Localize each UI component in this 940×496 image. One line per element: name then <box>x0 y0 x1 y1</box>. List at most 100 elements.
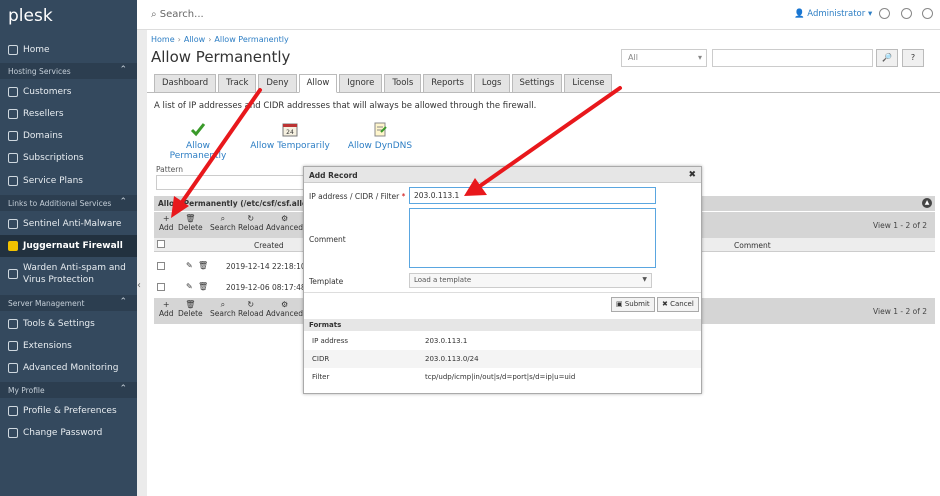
page-title: Allow Permanently <box>151 48 291 66</box>
tab-reports[interactable]: Reports <box>423 74 472 93</box>
filter-search-button[interactable]: 🔎 <box>876 49 898 67</box>
question-icon[interactable] <box>922 8 933 19</box>
tab-logs[interactable]: Logs <box>473 74 510 93</box>
close-icon[interactable]: ✖ <box>688 170 696 180</box>
sidebar-item-sentinel[interactable]: Sentinel Anti-Malware <box>0 213 137 235</box>
list-icon <box>8 176 18 186</box>
reload-button[interactable]: ↻ Reload <box>238 300 264 318</box>
percent-icon <box>8 109 18 119</box>
advanced-button[interactable]: ⚙ Advanced <box>266 214 303 232</box>
allow-temporarily-action[interactable]: 24 Allow Temporarily <box>250 121 330 151</box>
sidebar-item-warden[interactable]: Warden Anti-spam and Virus Protection <box>0 261 137 287</box>
tab-license[interactable]: License <box>564 74 613 93</box>
global-search[interactable]: ⌕ Search... <box>151 9 204 20</box>
select-all-checkbox[interactable] <box>157 240 165 248</box>
svg-text:24: 24 <box>286 129 294 136</box>
allow-permanently-action[interactable]: Allow Permanently <box>159 121 237 161</box>
col-comment[interactable]: Comment <box>734 241 771 250</box>
edit-icon[interactable]: ✎ <box>186 282 193 291</box>
breadcrumb-allow-permanently[interactable]: Allow Permanently <box>214 35 288 44</box>
filter-select[interactable]: All ▾ <box>621 49 707 67</box>
search-button[interactable]: ⌕ Search <box>210 214 236 232</box>
view-count: View 1 - 2 of 2 <box>873 307 927 316</box>
plesk-logo[interactable]: plesk <box>8 6 53 26</box>
format-row: IP address 203.0.113.1 <box>312 337 468 345</box>
tab-tools[interactable]: Tools <box>384 74 422 93</box>
comment-textarea[interactable] <box>409 208 656 268</box>
submit-button[interactable]: ▣ Submit <box>611 297 655 312</box>
radiation-icon <box>8 241 18 251</box>
add-button[interactable]: + Add <box>159 214 174 232</box>
row-checkbox[interactable] <box>157 283 165 291</box>
search-icon: ⌕ <box>151 9 160 20</box>
sidebar-item-customers[interactable]: Customers <box>0 81 137 103</box>
divider <box>304 292 701 293</box>
delete-button[interactable]: 🗑 Delete <box>178 214 203 232</box>
section-my-profile[interactable]: My Profile ⌃ <box>0 382 137 398</box>
trash-icon[interactable]: 🗑 <box>198 282 208 291</box>
sidebar-item-domains[interactable]: Domains <box>0 125 137 147</box>
chevron-up-icon: ⌃ <box>119 197 127 207</box>
user-icon <box>8 87 18 97</box>
filter-help-button[interactable]: ? <box>902 49 924 67</box>
sidebar-collapse-icon[interactable]: ‹ <box>137 280 147 294</box>
sidebar-item-home[interactable]: Home <box>0 39 137 61</box>
tab-deny[interactable]: Deny <box>258 74 297 93</box>
chevron-up-icon: ⌃ <box>119 384 127 394</box>
delete-button[interactable]: 🗑 Delete <box>178 300 203 318</box>
filter-search-input[interactable] <box>712 49 873 67</box>
user-menu[interactable]: 👤 Administrator ▾ <box>794 9 872 19</box>
reload-icon: ↻ <box>247 214 255 223</box>
col-created[interactable]: Created <box>254 241 284 250</box>
sidebar-item-juggernaut[interactable]: Juggernaut Firewall <box>0 235 137 257</box>
tab-dashboard[interactable]: Dashboard <box>154 74 217 93</box>
edit-icon[interactable]: ✎ <box>186 261 193 270</box>
cancel-button[interactable]: ✖ Cancel <box>657 297 699 312</box>
add-record-dialog: Add Record ✖ IP address / CIDR / Filter … <box>303 166 702 394</box>
tab-ignore[interactable]: Ignore <box>339 74 383 93</box>
mail-icon <box>8 269 18 279</box>
breadcrumb-allow[interactable]: Allow <box>184 35 205 44</box>
row-checkbox[interactable] <box>157 262 165 270</box>
top-bar: ⌕ Search... 👤 Administrator ▾ <box>137 0 940 30</box>
pattern-label: Pattern <box>156 165 183 174</box>
sidebar-item-advanced-monitoring[interactable]: Advanced Monitoring <box>0 357 137 379</box>
search-button[interactable]: ⌕ Search <box>210 300 236 318</box>
page-description: A list of IP addresses and CIDR addresse… <box>154 101 537 111</box>
pattern-input[interactable] <box>156 175 306 190</box>
reload-button[interactable]: ↻ Reload <box>238 214 264 232</box>
notepad-icon <box>374 122 387 137</box>
breadcrumb-home[interactable]: Home <box>151 35 175 44</box>
section-server-management[interactable]: Server Management ⌃ <box>0 295 137 311</box>
shield-icon <box>8 219 18 229</box>
help-icon[interactable] <box>901 8 912 19</box>
chevron-down-icon: ▼ <box>642 276 647 283</box>
section-links[interactable]: Links to Additional Services ⌃ <box>0 195 137 211</box>
trash-icon[interactable]: 🗑 <box>198 261 208 270</box>
collapse-panel-icon[interactable]: ▲ <box>922 198 932 208</box>
sidebar-item-subscriptions[interactable]: Subscriptions <box>0 147 137 169</box>
allow-dyndns-action[interactable]: Allow DynDNS <box>347 121 413 151</box>
wrench-icon: ⚙ <box>280 214 289 223</box>
advanced-button[interactable]: ⚙ Advanced <box>266 300 303 318</box>
sidebar-item-tools-settings[interactable]: Tools & Settings <box>0 313 137 335</box>
tab-allow[interactable]: Allow <box>298 74 338 93</box>
user-icon: 👤 <box>794 9 808 19</box>
sidebar-item-resellers[interactable]: Resellers <box>0 103 137 125</box>
sidebar-item-change-password[interactable]: Change Password <box>0 422 137 444</box>
sidebar-item-profile[interactable]: Profile & Preferences <box>0 400 137 422</box>
close-icon: ✖ <box>662 300 671 308</box>
sidebar-item-extensions[interactable]: Extensions <box>0 335 137 357</box>
notifications-icon[interactable] <box>879 8 890 19</box>
user-settings-icon <box>8 406 18 416</box>
ip-address-input[interactable]: 203.0.113.1 <box>409 187 656 204</box>
add-button[interactable]: + Add <box>159 300 174 318</box>
section-hosting-services[interactable]: Hosting Services ⌃ <box>0 63 137 79</box>
tab-track[interactable]: Track <box>218 74 257 93</box>
puzzle-icon <box>8 341 18 351</box>
tab-settings[interactable]: Settings <box>511 74 563 93</box>
tabs: Dashboard Track Deny Allow Ignore Tools … <box>154 74 614 93</box>
template-select[interactable]: Load a template ▼ <box>409 273 652 288</box>
sidebar-item-service-plans[interactable]: Service Plans <box>0 170 137 192</box>
calendar-icon: 24 <box>282 123 298 137</box>
